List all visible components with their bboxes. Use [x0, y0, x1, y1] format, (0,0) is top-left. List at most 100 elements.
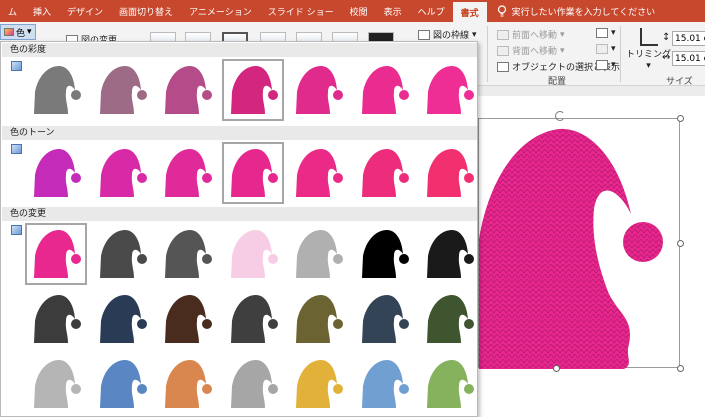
- tab-6[interactable]: 校閲: [342, 0, 376, 22]
- color-option-saturation-6[interactable]: [353, 59, 415, 121]
- color-button[interactable]: 色 ▾: [0, 24, 36, 40]
- rotate-icon: [596, 60, 608, 70]
- tab-4[interactable]: アニメーション: [181, 0, 260, 22]
- tab-3[interactable]: 画面切り替え: [111, 0, 181, 22]
- group-button[interactable]: ▾: [596, 44, 616, 54]
- border-icon: [418, 29, 430, 40]
- santa-hat-icon: [361, 66, 409, 114]
- santa-hat-icon: [361, 295, 409, 343]
- chevron-down-icon: ▾: [646, 61, 651, 71]
- color-option-recolor-1-6[interactable]: [353, 223, 415, 285]
- color-option-recolor-3-2[interactable]: [91, 353, 153, 415]
- chevron-down-icon: ▾: [611, 28, 616, 38]
- resize-handle-ne[interactable]: [677, 115, 684, 122]
- chevron-down-icon: ▾: [611, 44, 616, 54]
- color-option-saturation-4[interactable]: [221, 59, 284, 121]
- color-option-recolor-2-2[interactable]: [91, 288, 153, 350]
- santa-hat-icon: [427, 230, 474, 278]
- chevron-down-icon: ▾: [27, 27, 32, 37]
- rotate-button[interactable]: ▾: [596, 60, 616, 70]
- section-header-saturation: 色の彩度: [2, 43, 477, 57]
- rotate-handle[interactable]: [555, 111, 565, 121]
- knit-hat-picture: [479, 128, 663, 369]
- color-option-recolor-2-3[interactable]: [156, 288, 218, 350]
- color-option-saturation-5[interactable]: [287, 59, 349, 121]
- santa-hat-icon: [99, 230, 147, 278]
- tab-1[interactable]: 挿入: [25, 0, 59, 22]
- color-option-recolor-1-1[interactable]: [25, 223, 87, 285]
- send-backward-button[interactable]: 背面へ移動 ▾: [497, 44, 565, 57]
- color-option-recolor-2-4[interactable]: [222, 288, 284, 350]
- send-backward-icon: [497, 45, 509, 56]
- color-icon: [4, 28, 14, 36]
- santa-hat-icon: [230, 230, 278, 278]
- color-option-tone-1[interactable]: [25, 142, 87, 204]
- chevron-down-icon: ▾: [560, 45, 565, 56]
- tab-9[interactable]: 書式: [452, 2, 487, 22]
- color-option-recolor-3-7[interactable]: [418, 353, 480, 415]
- color-option-recolor-1-3[interactable]: [156, 223, 218, 285]
- color-option-recolor-2-5[interactable]: [287, 288, 349, 350]
- width-input[interactable]: [672, 51, 705, 66]
- selected-picture[interactable]: [478, 111, 684, 372]
- tab-8[interactable]: ヘルプ: [410, 0, 453, 22]
- tell-me-box[interactable]: 実行したい作業を入力してください: [487, 0, 655, 22]
- color-option-saturation-1[interactable]: [25, 59, 87, 121]
- santa-hat-icon: [165, 149, 212, 197]
- color-option-recolor-2-1[interactable]: [25, 288, 87, 350]
- color-option-recolor-3-4[interactable]: [222, 353, 284, 415]
- color-option-tone-6[interactable]: [353, 142, 415, 204]
- color-option-recolor-3-3[interactable]: [156, 353, 218, 415]
- color-option-tone-2[interactable]: [91, 142, 153, 204]
- tab-0[interactable]: ム: [0, 0, 25, 22]
- santa-hat-icon: [427, 66, 474, 114]
- color-option-saturation-3[interactable]: [156, 59, 218, 121]
- tell-me-text: 実行したい作業を入力してください: [511, 7, 656, 18]
- width-icon: ↔: [662, 52, 671, 63]
- santa-hat-icon: [361, 230, 409, 278]
- resize-handle-se[interactable]: [677, 365, 684, 372]
- slide: [478, 96, 705, 417]
- resize-handle-e[interactable]: [677, 240, 684, 247]
- santa-hat-icon: [230, 295, 278, 343]
- align-button[interactable]: ▾: [596, 28, 616, 38]
- picture-border-button[interactable]: 図の枠線 ▾: [418, 28, 477, 41]
- color-option-recolor-3-1[interactable]: [25, 353, 87, 415]
- santa-hat-icon: [34, 149, 81, 197]
- align-icon: [596, 28, 608, 38]
- color-option-saturation-2[interactable]: [91, 59, 153, 121]
- color-option-recolor-1-7[interactable]: [418, 223, 480, 285]
- color-option-tone-5[interactable]: [287, 142, 349, 204]
- divider: [620, 26, 621, 82]
- tab-2[interactable]: デザイン: [59, 0, 111, 22]
- color-option-recolor-1-2[interactable]: [91, 223, 153, 285]
- santa-hat-icon: [427, 360, 474, 408]
- santa-hat-icon: [230, 66, 278, 114]
- color-option-recolor-3-6[interactable]: [353, 353, 415, 415]
- color-option-saturation-7[interactable]: [418, 59, 480, 121]
- bring-forward-button[interactable]: 前面へ移動 ▾: [497, 28, 565, 41]
- santa-hat-icon: [165, 230, 212, 278]
- tab-7[interactable]: 表示: [376, 0, 410, 22]
- height-input[interactable]: [672, 31, 705, 46]
- color-option-tone-4[interactable]: [221, 142, 284, 204]
- selection-pane-icon: [497, 61, 509, 72]
- color-option-recolor-1-5[interactable]: [287, 223, 349, 285]
- tab-5[interactable]: スライド ショー: [260, 0, 342, 22]
- santa-hat-icon: [296, 66, 343, 114]
- resize-handle-s[interactable]: [553, 365, 560, 372]
- color-option-recolor-1-4[interactable]: [222, 223, 284, 285]
- santa-hat-icon: [165, 295, 212, 343]
- color-option-tone-3[interactable]: [156, 142, 218, 204]
- slide-canvas: [478, 86, 705, 417]
- color-option-recolor-2-7[interactable]: [418, 288, 480, 350]
- group-icon: [596, 44, 608, 54]
- crop-icon: [639, 28, 658, 46]
- color-option-recolor-2-6[interactable]: [353, 288, 415, 350]
- color-option-recolor-3-5[interactable]: [287, 353, 349, 415]
- santa-hat-icon: [99, 66, 147, 114]
- color-option-tone-7[interactable]: [418, 142, 480, 204]
- bring-forward-icon: [497, 29, 509, 40]
- santa-hat-icon: [230, 360, 278, 408]
- santa-hat-icon: [99, 360, 147, 408]
